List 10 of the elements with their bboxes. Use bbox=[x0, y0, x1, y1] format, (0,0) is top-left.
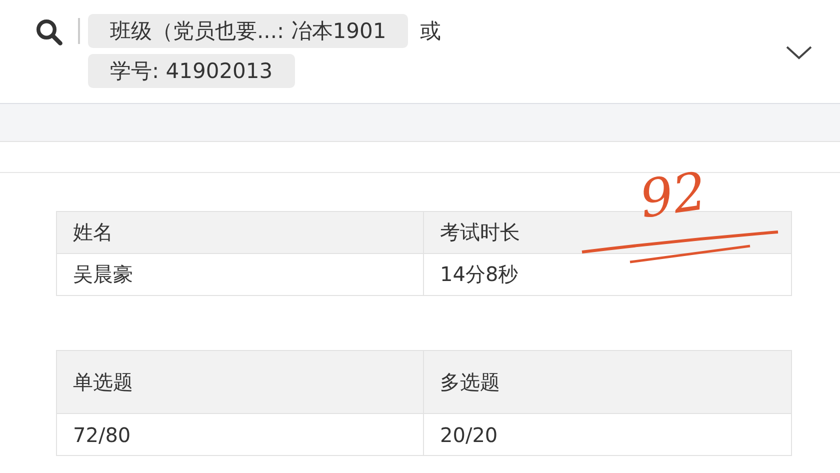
table-cell: 吴晨豪 bbox=[57, 254, 424, 296]
column-header: 姓名 bbox=[57, 212, 424, 254]
column-header: 单选题 bbox=[57, 351, 424, 414]
table-cell: 72/80 bbox=[57, 414, 424, 456]
column-header: 多选题 bbox=[424, 351, 791, 414]
joiner-text: 或 bbox=[420, 18, 442, 45]
search-icon[interactable] bbox=[34, 17, 64, 47]
filter-chip[interactable]: 班级（党员也要...: 冶本1901 bbox=[88, 14, 408, 48]
filter-chip[interactable]: 学号: 41902013 bbox=[88, 54, 295, 88]
chevron-down-icon[interactable] bbox=[786, 46, 812, 60]
